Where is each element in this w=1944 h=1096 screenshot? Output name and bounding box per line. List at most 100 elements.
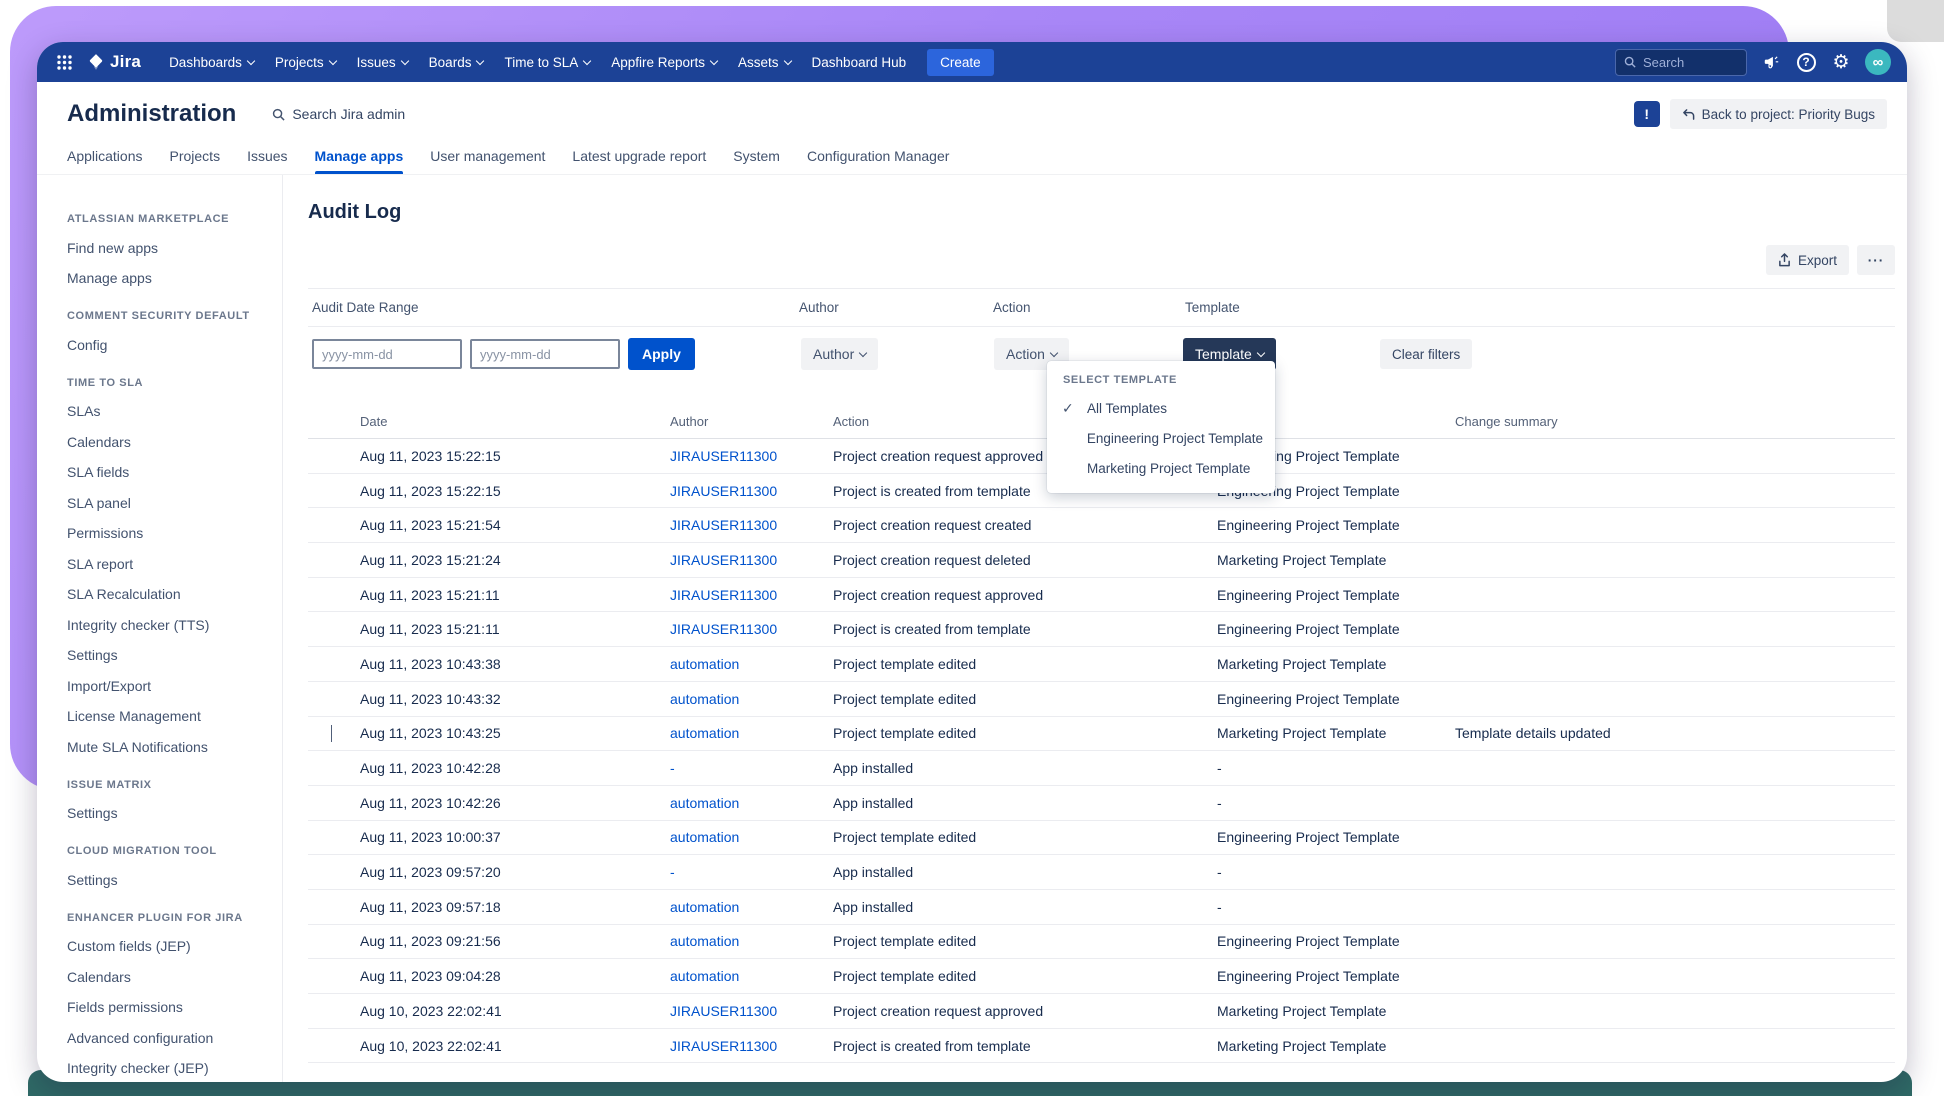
table-row[interactable]: Aug 11, 2023 15:21:54 JIRAUSER11300 Proj…: [308, 508, 1895, 543]
cell-author-link[interactable]: automation: [670, 795, 833, 811]
navbar-menu-item[interactable]: Issues: [357, 55, 408, 70]
author-filter-dropdown[interactable]: Author: [801, 338, 878, 370]
admin-tab[interactable]: Configuration Manager: [807, 138, 949, 174]
table-row[interactable]: Aug 11, 2023 15:21:24 JIRAUSER11300 Proj…: [308, 543, 1895, 578]
sidebar-item[interactable]: Mute SLA Notifications: [67, 739, 268, 755]
navbar-menu-item[interactable]: Dashboards: [169, 55, 254, 70]
cell-author-link[interactable]: JIRAUSER11300: [670, 1038, 833, 1054]
table-row[interactable]: Aug 11, 2023 10:43:32 automation Project…: [308, 682, 1895, 717]
back-arrow-icon: [1682, 108, 1695, 121]
sidebar-item[interactable]: Calendars: [67, 969, 268, 985]
admin-tab[interactable]: User management: [430, 138, 545, 174]
cell-author-link[interactable]: JIRAUSER11300: [670, 1003, 833, 1019]
create-button[interactable]: Create: [927, 49, 994, 76]
table-row[interactable]: Aug 11, 2023 09:21:56 automation Project…: [308, 925, 1895, 960]
export-button[interactable]: Export: [1766, 245, 1849, 275]
admin-tab[interactable]: Issues: [247, 138, 287, 174]
sidebar-item[interactable]: Integrity checker (TTS): [67, 617, 268, 633]
sidebar-item[interactable]: Permissions: [67, 525, 268, 541]
more-actions-button[interactable]: ···: [1857, 245, 1895, 275]
cell-action: App installed: [833, 864, 1217, 880]
table-row[interactable]: Aug 11, 2023 15:21:11 JIRAUSER11300 Proj…: [308, 612, 1895, 647]
sidebar-item[interactable]: SLA report: [67, 556, 268, 572]
feedback-icon[interactable]: [1634, 101, 1660, 127]
apply-button[interactable]: Apply: [628, 338, 695, 370]
navbar-menu: Dashboards Projects Issues Boards: [169, 55, 927, 70]
cell-author-link[interactable]: automation: [670, 691, 833, 707]
settings-gear-icon[interactable]: [1830, 51, 1852, 73]
navbar-search-input[interactable]: Search: [1615, 49, 1747, 76]
table-row[interactable]: Aug 11, 2023 10:43:25 automation Project…: [308, 717, 1895, 752]
cell-date: Aug 11, 2023 09:04:28: [360, 968, 670, 984]
table-row[interactable]: Aug 11, 2023 09:57:18 automation App ins…: [308, 890, 1895, 925]
sidebar-item[interactable]: Settings: [67, 805, 268, 821]
cell-author-link[interactable]: automation: [670, 899, 833, 915]
sidebar-item[interactable]: Advanced configuration: [67, 1030, 268, 1046]
megaphone-icon[interactable]: [1760, 51, 1782, 73]
sidebar-item[interactable]: Custom fields (JEP): [67, 938, 268, 954]
template-dropdown-option[interactable]: Engineering Project Template: [1047, 423, 1275, 453]
table-row[interactable]: Aug 11, 2023 10:42:26 automation App ins…: [308, 786, 1895, 821]
sidebar-item[interactable]: Settings: [67, 872, 268, 888]
cell-author-link[interactable]: automation: [670, 656, 833, 672]
cell-author-link[interactable]: -: [670, 864, 833, 880]
admin-search[interactable]: Search Jira admin: [272, 106, 405, 122]
expand-chevron-icon[interactable]: [331, 725, 332, 742]
sidebar-item[interactable]: Config: [67, 337, 268, 353]
navbar-menu-item[interactable]: Dashboard Hub: [812, 55, 907, 70]
navbar-menu-item[interactable]: Time to SLA: [504, 55, 590, 70]
table-row[interactable]: Aug 11, 2023 09:04:28 automation Project…: [308, 959, 1895, 994]
sidebar-item[interactable]: SLA fields: [67, 464, 268, 480]
template-dropdown-option[interactable]: All Templates: [1047, 393, 1275, 423]
sidebar-item[interactable]: License Management: [67, 708, 268, 724]
table-row[interactable]: Aug 11, 2023 10:00:37 automation Project…: [308, 821, 1895, 856]
app-switcher-grid-icon[interactable]: [51, 49, 77, 75]
date-from-input[interactable]: [312, 339, 462, 369]
user-avatar[interactable]: [1865, 49, 1891, 75]
template-dropdown-option-label: Engineering Project Template: [1087, 431, 1263, 446]
table-row[interactable]: Aug 11, 2023 15:21:11 JIRAUSER11300 Proj…: [308, 578, 1895, 613]
cell-author-link[interactable]: JIRAUSER11300: [670, 448, 833, 464]
admin-tab[interactable]: Applications: [67, 138, 143, 174]
cell-author-link[interactable]: automation: [670, 829, 833, 845]
admin-tab[interactable]: Latest upgrade report: [572, 138, 706, 174]
jira-logo[interactable]: Jira: [87, 52, 141, 72]
back-to-project-button[interactable]: Back to project: Priority Bugs: [1670, 99, 1887, 129]
table-row[interactable]: Aug 10, 2023 22:02:41 JIRAUSER11300 Proj…: [308, 1029, 1895, 1064]
help-icon[interactable]: [1795, 51, 1817, 73]
sidebar-item[interactable]: Fields permissions: [67, 999, 268, 1015]
table-row[interactable]: Aug 10, 2023 22:02:41 JIRAUSER11300 Proj…: [308, 994, 1895, 1029]
admin-tab[interactable]: Projects: [170, 138, 221, 174]
cell-author-link[interactable]: JIRAUSER11300: [670, 483, 833, 499]
sidebar-item[interactable]: Manage apps: [67, 270, 268, 286]
clear-filters-button[interactable]: Clear filters: [1380, 339, 1472, 369]
table-row[interactable]: Aug 11, 2023 10:43:38 automation Project…: [308, 647, 1895, 682]
template-dropdown-option[interactable]: Marketing Project Template: [1047, 453, 1275, 483]
admin-tab[interactable]: System: [733, 138, 780, 174]
sidebar-item[interactable]: SLA Recalculation: [67, 586, 268, 602]
table-row[interactable]: Aug 11, 2023 10:42:28 - App installed -: [308, 751, 1895, 786]
sidebar-item[interactable]: Settings: [67, 647, 268, 663]
date-to-input[interactable]: [470, 339, 620, 369]
cell-author-link[interactable]: JIRAUSER11300: [670, 587, 833, 603]
sidebar-item[interactable]: Calendars: [67, 434, 268, 450]
navbar-menu-item[interactable]: Boards: [429, 55, 484, 70]
navbar-menu-item[interactable]: Appfire Reports: [611, 55, 717, 70]
sidebar-item[interactable]: Integrity checker (JEP): [67, 1060, 268, 1076]
table-row[interactable]: Aug 11, 2023 09:57:20 - App installed -: [308, 855, 1895, 890]
navbar-menu-item[interactable]: Assets: [738, 55, 791, 70]
cell-author-link[interactable]: -: [670, 760, 833, 776]
cell-author-link[interactable]: automation: [670, 725, 833, 741]
navbar-menu-item[interactable]: Projects: [275, 55, 336, 70]
cell-author-link[interactable]: JIRAUSER11300: [670, 621, 833, 637]
sidebar-item[interactable]: Import/Export: [67, 678, 268, 694]
admin-tab[interactable]: Manage apps: [315, 138, 404, 174]
cell-author-link[interactable]: JIRAUSER11300: [670, 517, 833, 533]
filter-label-template: Template: [1185, 300, 1895, 315]
sidebar-item[interactable]: SLA panel: [67, 495, 268, 511]
sidebar-item[interactable]: Find new apps: [67, 240, 268, 256]
cell-author-link[interactable]: automation: [670, 933, 833, 949]
cell-author-link[interactable]: automation: [670, 968, 833, 984]
cell-author-link[interactable]: JIRAUSER11300: [670, 552, 833, 568]
sidebar-item[interactable]: SLAs: [67, 403, 268, 419]
